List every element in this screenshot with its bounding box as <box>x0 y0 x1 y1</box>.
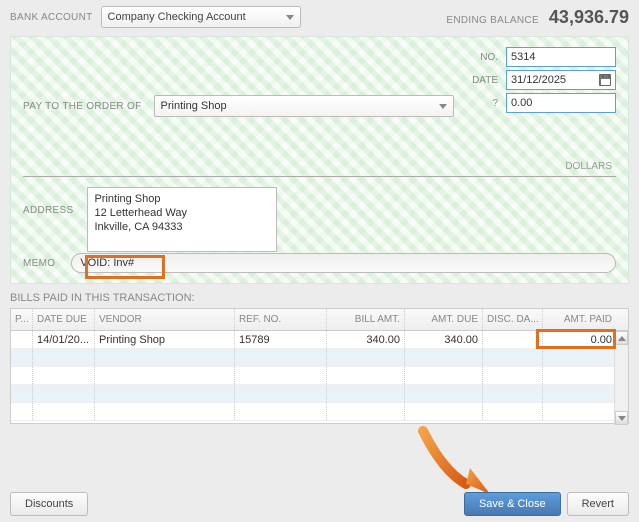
ending-balance-label: ENDING BALANCE <box>446 15 539 26</box>
col-amt-paid[interactable]: AMT. PAID <box>543 309 616 330</box>
ending-balance-value: 43,936.79 <box>549 7 629 28</box>
address-text: Printing Shop 12 Letterhead Way Inkville… <box>94 193 187 233</box>
check-no-input[interactable]: 5314 <box>506 47 616 67</box>
chevron-down-icon <box>618 416 626 421</box>
annotation-arrow-icon <box>418 426 498 496</box>
bank-account-value: Company Checking Account <box>108 11 246 23</box>
col-ref-no[interactable]: REF. NO. <box>235 309 327 330</box>
col-disc-date[interactable]: DISC. DA... <box>483 309 543 330</box>
memo-value: VOID: Inv# <box>80 257 134 269</box>
cell-disc-date <box>483 331 543 348</box>
address-label: ADDRESS <box>23 205 73 216</box>
check-panel: NO. 5314 DATE 31/12/2025 ? 0.00 PAY TO T… <box>10 36 629 284</box>
check-date-input[interactable]: 31/12/2025 <box>506 70 616 90</box>
check-no-value: 5314 <box>511 51 535 63</box>
bills-title: BILLS PAID IN THIS TRANSACTION: <box>10 292 629 304</box>
dollars-label: DOLLARS <box>565 161 612 172</box>
memo-input[interactable]: VOID: Inv# <box>71 253 616 273</box>
col-date-due[interactable]: DATE DUE <box>33 309 95 330</box>
table-row[interactable] <box>11 349 628 367</box>
cell-amt-paid[interactable]: 0.00 <box>543 331 616 348</box>
col-paid-flag[interactable]: P... <box>11 309 33 330</box>
cell-paid-flag <box>11 331 33 348</box>
check-amount-value: 0.00 <box>511 97 532 109</box>
table-row[interactable]: 14/01/20... Printing Shop 15789 340.00 3… <box>11 331 628 349</box>
chevron-down-icon <box>286 15 294 20</box>
memo-label: MEMO <box>23 258 55 269</box>
chevron-down-icon <box>439 104 447 109</box>
check-amount-input[interactable]: 0.00 <box>506 93 616 113</box>
scroll-up-button[interactable] <box>615 331 628 345</box>
bank-account-label: BANK ACCOUNT <box>10 12 93 23</box>
cell-amt-due: 340.00 <box>405 331 483 348</box>
revert-button[interactable]: Revert <box>567 492 629 516</box>
payee-label: PAY TO THE ORDER OF <box>23 101 142 112</box>
col-vendor[interactable]: VENDOR <box>95 309 235 330</box>
bills-grid: P... DATE DUE VENDOR REF. NO. BILL AMT. … <box>10 308 629 424</box>
table-row[interactable] <box>11 367 628 385</box>
scrollbar[interactable] <box>614 331 628 425</box>
payee-select[interactable]: Printing Shop <box>154 95 454 117</box>
cell-bill-amt: 340.00 <box>327 331 405 348</box>
col-bill-amt[interactable]: BILL AMT. <box>327 309 405 330</box>
discounts-button[interactable]: Discounts <box>10 492 88 516</box>
table-row[interactable] <box>11 385 628 403</box>
check-no-label: NO. <box>468 52 498 63</box>
calendar-icon[interactable] <box>599 74 611 86</box>
bank-account-select[interactable]: Company Checking Account <box>101 6 301 28</box>
table-row[interactable] <box>11 403 628 421</box>
dollars-line: DOLLARS <box>23 163 616 177</box>
payee-value: Printing Shop <box>161 100 227 112</box>
scroll-down-button[interactable] <box>615 411 628 425</box>
address-input[interactable]: Printing Shop 12 Letterhead Way Inkville… <box>87 187 277 252</box>
save-close-button[interactable]: Save & Close <box>464 492 561 516</box>
grid-header: P... DATE DUE VENDOR REF. NO. BILL AMT. … <box>11 309 628 331</box>
cell-vendor: Printing Shop <box>95 331 235 348</box>
col-amt-due[interactable]: AMT. DUE <box>405 309 483 330</box>
cell-date-due: 14/01/20... <box>33 331 95 348</box>
check-date-value: 31/12/2025 <box>511 74 566 86</box>
check-date-label: DATE <box>468 75 498 86</box>
chevron-up-icon <box>618 336 626 341</box>
check-amount-label: ? <box>468 98 498 109</box>
cell-ref-no: 15789 <box>235 331 327 348</box>
